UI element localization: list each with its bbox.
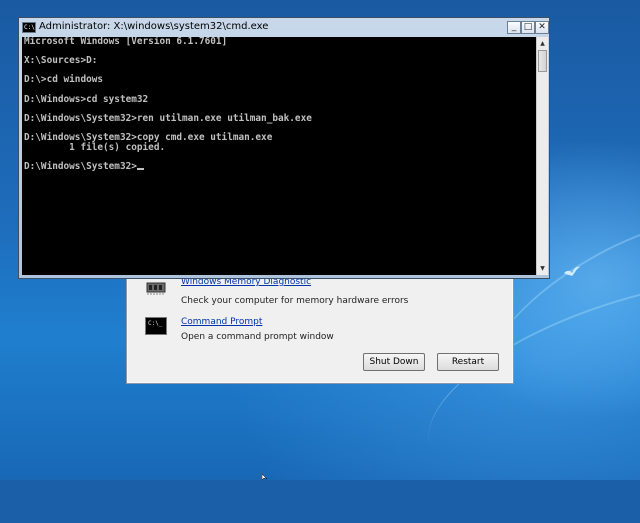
command-prompt-link[interactable]: Command Prompt [181,317,262,327]
console-line: D:\Windows\System32> [22,162,536,172]
console-line: 1 file(s) copied. [24,141,166,153]
scrollbar-thumb[interactable] [538,50,547,72]
console-line: D:\Windows\System32>ren utilman.exe util… [24,112,312,124]
command-prompt-window[interactable]: C:\ Administrator: X:\windows\system32\c… [18,17,550,279]
mouse-cursor-icon [262,474,268,480]
restart-button[interactable]: Restart [437,353,499,371]
bird-icon [564,266,580,276]
close-button[interactable]: ✕ [535,21,549,34]
console-line: D:\>cd windows [24,74,104,86]
command-prompt-icon: C:\_ [145,317,167,335]
maximize-button[interactable]: □ [521,21,535,34]
command-prompt-description: Open a command prompt window [181,332,334,342]
window-titlebar[interactable]: C:\ Administrator: X:\windows\system32\c… [19,18,549,37]
scroll-up-arrow-icon[interactable]: ▲ [537,38,548,49]
cmd-window-icon[interactable]: C:\ [22,22,36,33]
minimize-button[interactable]: _ [507,21,521,34]
text-cursor [136,167,144,170]
memory-diagnostic-description: Check your computer for memory hardware … [181,296,409,306]
svg-text:C:\_: C:\_ [148,320,163,327]
console-output[interactable]: Microsoft Windows [Version 6.1.7601] X:\S… [22,37,536,275]
scroll-down-arrow-icon[interactable]: ▼ [537,263,548,274]
console-line: X:\Sources>D: [24,55,98,67]
vertical-scrollbar[interactable]: ▲ ▼ [536,37,548,275]
window-title: Administrator: X:\windows\system32\cmd.e… [39,21,269,32]
console-line: D:\Windows>cd system32 [24,93,149,105]
console-line: Microsoft Windows [Version 6.1.7601] [24,37,228,47]
shut-down-button[interactable]: Shut Down [363,353,425,371]
memory-chip-icon [146,282,166,295]
recovery-options-dialog: Windows Memory Diagnostic Check your com… [126,262,514,384]
